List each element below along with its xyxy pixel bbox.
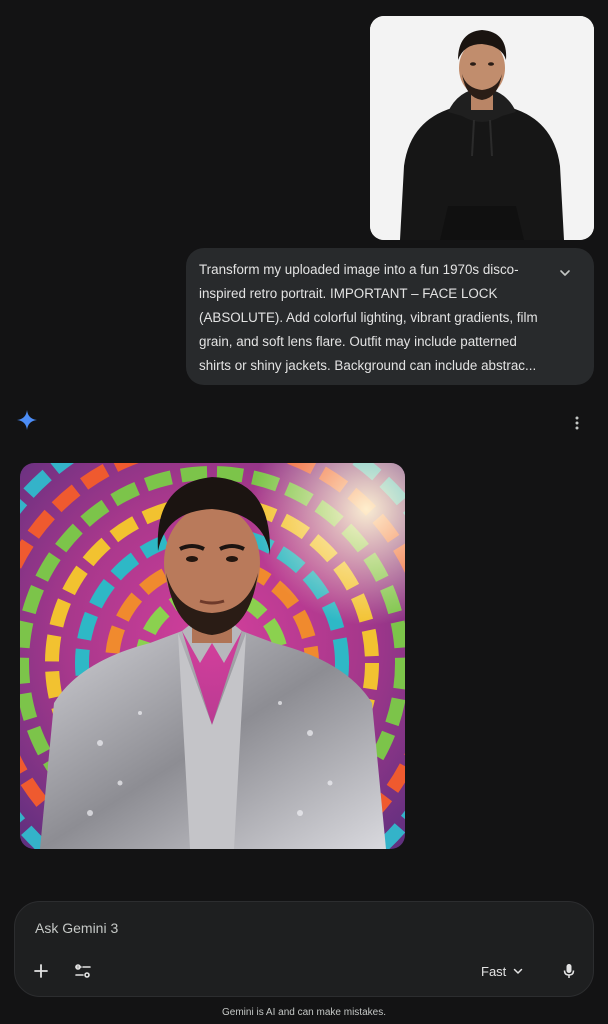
mode-selector-button[interactable]: Fast [481, 960, 524, 982]
plus-icon[interactable] [29, 959, 53, 983]
prompt-composer[interactable]: Ask Gemini 3 Fast [14, 901, 594, 997]
uploaded-user-photo[interactable] [370, 16, 594, 240]
mic-icon[interactable] [557, 959, 581, 983]
tune-icon[interactable] [71, 959, 95, 983]
chat-page: Transform my uploaded image into a fun 1… [0, 0, 608, 1024]
more-vert-icon[interactable] [570, 414, 584, 432]
gemini-spark-icon [17, 410, 37, 430]
chevron-down-icon[interactable] [558, 266, 572, 280]
ai-disclaimer: Gemini is AI and can make mistakes. [222, 1007, 386, 1018]
mode-label: Fast [481, 963, 507, 979]
user-prompt-text: Transform my uploaded image into a fun 1… [199, 262, 538, 373]
generated-portrait-image[interactable] [20, 463, 405, 849]
prompt-input[interactable]: Ask Gemini 3 [35, 920, 118, 936]
user-prompt-bubble: Transform my uploaded image into a fun 1… [186, 248, 594, 385]
chevron-down-icon [514, 968, 523, 974]
